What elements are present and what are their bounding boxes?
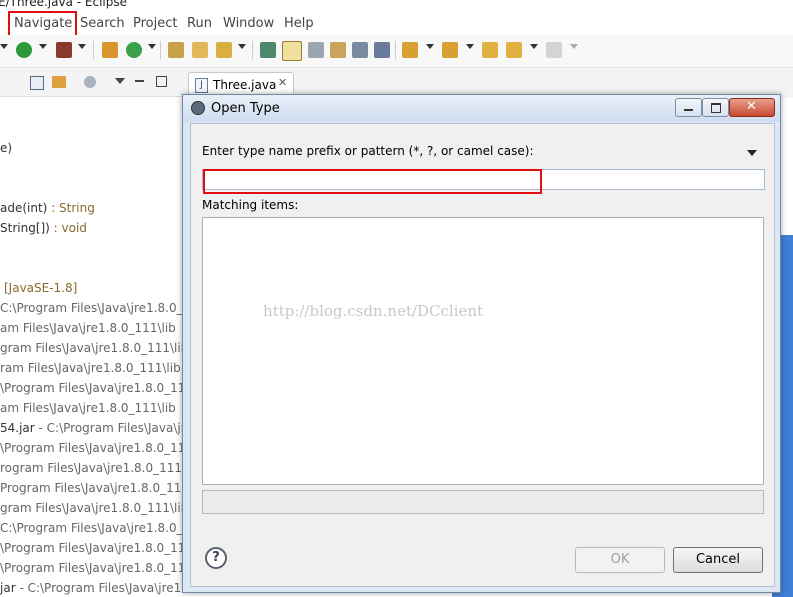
package-explorer-header <box>0 68 182 97</box>
minimize-view-icon[interactable] <box>135 80 144 82</box>
previous-annotation-dropdown-icon[interactable] <box>466 44 474 49</box>
tree-item[interactable]: gram Files\Java\jre1.8.0_111\lib <box>0 501 182 515</box>
block-selection-icon[interactable] <box>330 42 346 58</box>
link-with-editor-icon[interactable] <box>52 76 66 88</box>
maximize-icon <box>711 103 721 113</box>
external-tools-icon[interactable] <box>56 42 72 58</box>
next-annotation-dropdown-icon[interactable] <box>426 44 434 49</box>
tree-item[interactable]: C:\Program Files\Java\jre1.8.0_ <box>0 521 182 535</box>
package-explorer-tree: e) ade(int) : String String[]) : void [J… <box>0 97 182 597</box>
search-dropdown-icon[interactable] <box>238 44 246 49</box>
search-tool-icon[interactable] <box>216 42 232 58</box>
menu-search[interactable]: Search <box>80 16 125 31</box>
tree-item[interactable]: jar - C:\Program Files\Java\jre1. <box>0 581 182 595</box>
menu-window[interactable]: Window <box>223 16 274 31</box>
tree-item[interactable]: \Program Files\Java\jre1.8.0_11 <box>0 541 182 555</box>
run-icon[interactable] <box>16 42 32 58</box>
matching-items-list[interactable]: http://blog.csdn.net/DCclient <box>202 217 764 485</box>
tree-item[interactable]: am Files\Java\jre1.8.0_111\lib <box>0 321 176 335</box>
new-java-package-icon[interactable] <box>102 42 118 58</box>
cancel-button[interactable]: Cancel <box>673 547 763 573</box>
toggle-mark-icon[interactable] <box>260 42 276 58</box>
show-source-icon[interactable] <box>352 42 368 58</box>
tree-item[interactable]: am Files\Java\jre1.8.0_111\lib <box>0 401 176 415</box>
window-title: E/Three.java - Eclipse <box>0 0 128 9</box>
tree-item[interactable]: e) <box>0 141 12 155</box>
open-folder-icon[interactable] <box>192 42 208 58</box>
view-dropdown-icon[interactable] <box>115 78 125 84</box>
previous-annotation-icon[interactable] <box>442 42 458 58</box>
tree-item-jre[interactable]: [JavaSE-1.8] <box>4 281 77 295</box>
window-titlebar: E/Three.java - Eclipse <box>0 0 793 11</box>
back-icon[interactable] <box>506 42 522 58</box>
close-button[interactable]: ✕ <box>729 98 775 117</box>
tree-item[interactable]: String[]) : void <box>0 221 87 235</box>
tree-item[interactable]: ram Files\Java\jre1.8.0_111\lib <box>0 361 181 375</box>
minimize-icon <box>684 109 693 111</box>
tree-item[interactable]: C:\Program Files\Java\jre1.8.0_1 <box>0 301 182 315</box>
java-file-icon: J <box>195 78 208 93</box>
pilcrow-icon[interactable] <box>374 42 390 58</box>
new-class-dropdown-icon[interactable] <box>148 44 156 49</box>
minimize-button[interactable] <box>675 98 702 117</box>
view-menu-icon[interactable] <box>84 76 96 88</box>
eclipse-icon <box>191 101 205 115</box>
open-type-dialog: Open Type ✕ Enter type name prefix or pa… <box>182 94 781 593</box>
matching-items-label: Matching items: <box>202 198 299 212</box>
open-type-icon[interactable] <box>168 42 184 58</box>
run-dropdown-icon[interactable] <box>39 44 47 49</box>
show-whitespace-icon[interactable] <box>308 42 324 58</box>
details-area <box>202 490 764 514</box>
dropdown-arrow-icon[interactable] <box>0 44 8 49</box>
tab-label: Three.java <box>213 78 277 92</box>
ok-button[interactable]: OK <box>575 547 665 573</box>
tree-item[interactable]: rogram Files\Java\jre1.8.0_111\ <box>0 461 182 475</box>
view-menu-dropdown-icon[interactable] <box>747 150 757 156</box>
tree-item[interactable]: \Program Files\Java\jre1.8.0_11 <box>0 441 182 455</box>
main-toolbar <box>0 35 793 68</box>
last-edit-location-icon[interactable] <box>482 42 498 58</box>
pattern-prompt-label: Enter type name prefix or pattern (*, ?,… <box>202 144 534 158</box>
tree-item[interactable]: 54.jar - C:\Program Files\Java\jr <box>0 421 182 435</box>
toggle-highlight-icon[interactable] <box>282 41 302 61</box>
close-tab-icon[interactable]: ✕ <box>278 76 287 89</box>
dialog-titlebar[interactable]: Open Type ✕ <box>183 95 780 122</box>
close-icon: ✕ <box>746 99 757 114</box>
dialog-title: Open Type <box>211 101 280 116</box>
next-annotation-icon[interactable] <box>402 42 418 58</box>
forward-dropdown-icon <box>570 44 578 49</box>
menu-project[interactable]: Project <box>133 16 177 31</box>
new-java-class-icon[interactable] <box>126 42 142 58</box>
tree-item[interactable]: \Program Files\Java\jre1.8.0_11 <box>0 381 182 395</box>
forward-icon <box>546 42 562 58</box>
menu-run[interactable]: Run <box>187 16 212 31</box>
dialog-body: Enter type name prefix or pattern (*, ?,… <box>190 123 775 587</box>
external-tools-dropdown-icon[interactable] <box>78 44 86 49</box>
menu-help[interactable]: Help <box>284 16 314 31</box>
input-highlight-box <box>203 169 542 194</box>
watermark-text: http://blog.csdn.net/DCclient <box>263 302 484 320</box>
menubar: Navigate Search Project Run Window Help <box>0 11 793 35</box>
help-icon[interactable]: ? <box>205 547 227 569</box>
collapse-all-icon[interactable] <box>30 76 44 90</box>
maximize-button[interactable] <box>702 98 729 117</box>
tree-item[interactable]: Program Files\Java\jre1.8.0_111 <box>0 481 182 495</box>
maximize-view-icon[interactable] <box>156 76 167 87</box>
tree-item[interactable]: gram Files\Java\jre1.8.0_111\lib <box>0 341 182 355</box>
tree-item[interactable]: ade(int) : String <box>0 201 95 215</box>
tree-item[interactable]: \Program Files\Java\jre1.8.0_11 <box>0 561 182 575</box>
back-dropdown-icon[interactable] <box>530 44 538 49</box>
